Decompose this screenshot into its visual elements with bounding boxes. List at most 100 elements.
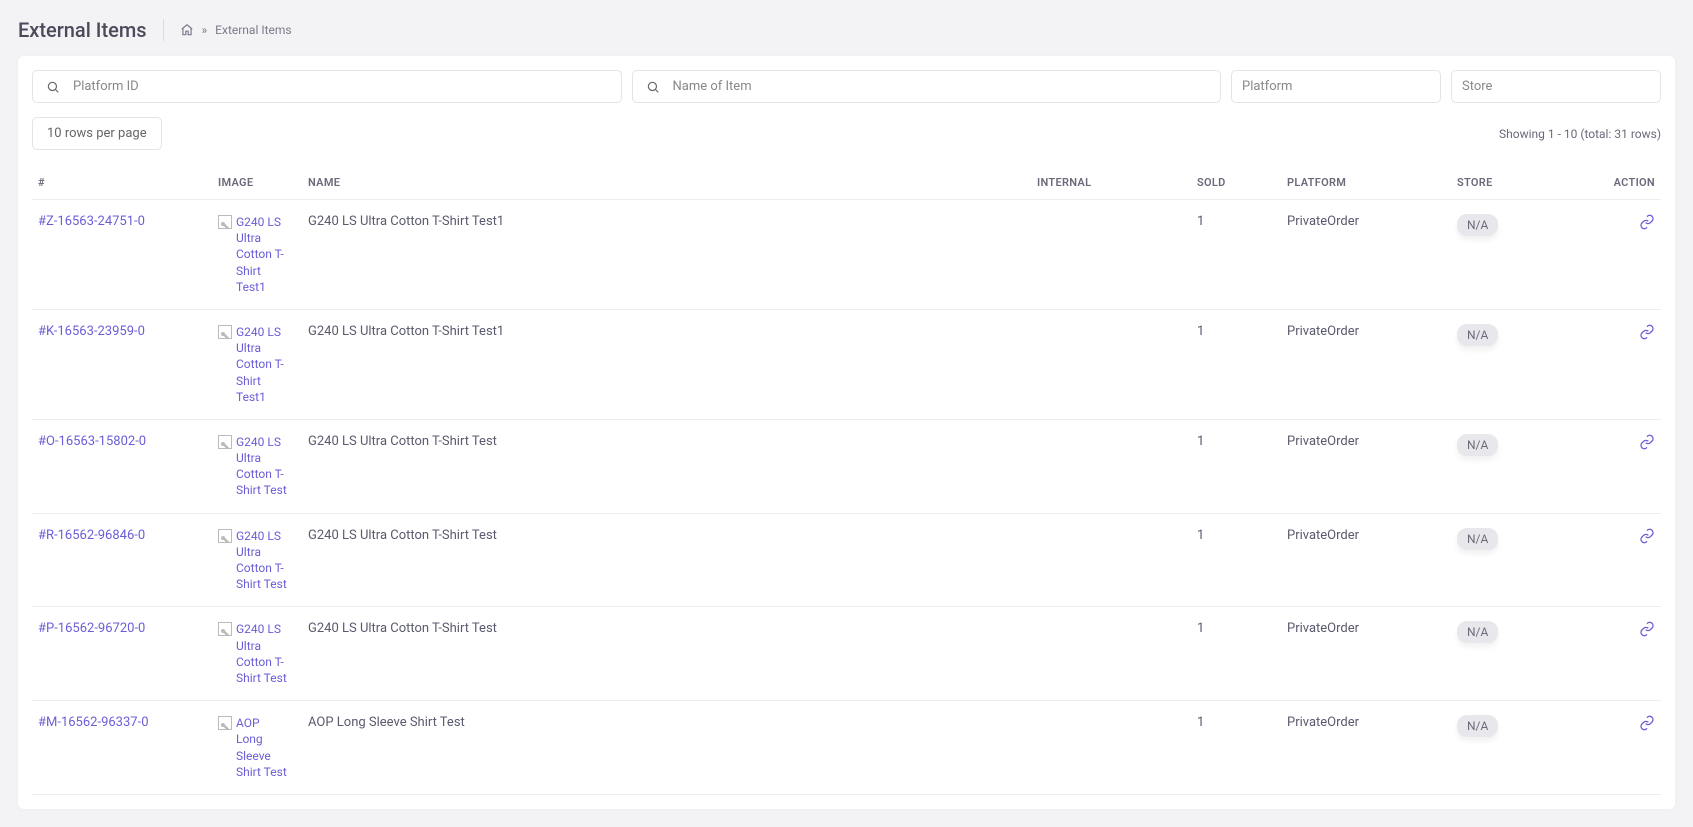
store-badge: N/A — [1457, 528, 1498, 550]
item-id-link[interactable]: #O-16563-15802-0 — [38, 434, 146, 449]
item-name-cell: G240 LS Ultra Cotton T-Shirt Test1 — [302, 309, 1031, 419]
th-sold: SOLD — [1191, 166, 1281, 200]
item-name-input[interactable] — [632, 70, 1222, 103]
item-name-search-wrap — [632, 70, 1222, 103]
item-id-link[interactable]: #R-16562-96846-0 — [38, 528, 145, 543]
action-cell — [1591, 200, 1661, 310]
item-thumbnail[interactable]: G240 LS Ultra Cotton T-Shirt Test1 — [218, 214, 288, 295]
broken-image-icon — [218, 435, 232, 449]
table-row: #Z-16563-24751-0 G240 LS Ultra Cotton T-S… — [32, 200, 1661, 310]
link-icon[interactable] — [1639, 324, 1655, 340]
internal-cell — [1031, 607, 1191, 701]
sold-cell: 1 — [1191, 309, 1281, 419]
broken-image-icon — [218, 622, 232, 636]
item-name-cell: G240 LS Ultra Cotton T-Shirt Test — [302, 607, 1031, 701]
store-badge: N/A — [1457, 434, 1498, 456]
home-icon[interactable] — [180, 23, 194, 37]
platform-id-input[interactable] — [32, 70, 622, 103]
platform-cell: PrivateOrder — [1281, 513, 1451, 607]
platform-select-wrap: Platform — [1231, 70, 1441, 103]
item-thumbnail[interactable]: AOP Long Sleeve Shirt Test — [218, 715, 288, 780]
platform-cell: PrivateOrder — [1281, 309, 1451, 419]
item-id-link[interactable]: #P-16562-96720-0 — [38, 621, 145, 636]
table-row: #M-16562-96337-0 AOP Long Sleeve Shirt Te… — [32, 701, 1661, 795]
platform-cell: PrivateOrder — [1281, 701, 1451, 795]
platform-cell: PrivateOrder — [1281, 419, 1451, 513]
item-id-link[interactable]: #Z-16563-24751-0 — [38, 214, 145, 229]
item-thumbnail[interactable]: G240 LS Ultra Cotton T-Shirt Test — [218, 434, 288, 499]
store-badge: N/A — [1457, 621, 1498, 643]
link-icon[interactable] — [1639, 621, 1655, 637]
store-badge: N/A — [1457, 715, 1498, 737]
th-platform: PLATFORM — [1281, 166, 1451, 200]
th-store: STORE — [1451, 166, 1591, 200]
sold-cell: 1 — [1191, 701, 1281, 795]
thumbnail-alt-text: G240 LS Ultra Cotton T-Shirt Test1 — [236, 214, 288, 295]
breadcrumb-current: External Items — [215, 23, 291, 37]
breadcrumb: » External Items — [180, 23, 292, 37]
broken-image-icon — [218, 215, 232, 229]
broken-image-icon — [218, 716, 232, 730]
items-table: # IMAGE NAME INTERNAL SOLD PLATFORM STOR… — [32, 166, 1661, 795]
link-icon[interactable] — [1639, 434, 1655, 450]
sold-cell: 1 — [1191, 607, 1281, 701]
action-cell — [1591, 607, 1661, 701]
action-cell — [1591, 419, 1661, 513]
platform-select[interactable]: Platform — [1231, 70, 1441, 103]
th-image: IMAGE — [212, 166, 302, 200]
thumbnail-alt-text: G240 LS Ultra Cotton T-Shirt Test1 — [236, 324, 288, 405]
item-id-link[interactable]: #M-16562-96337-0 — [38, 715, 149, 730]
link-icon[interactable] — [1639, 214, 1655, 230]
platform-cell: PrivateOrder — [1281, 607, 1451, 701]
content-card: Platform Store 10 rows per page Showing … — [18, 56, 1675, 809]
item-name-cell: G240 LS Ultra Cotton T-Shirt Test — [302, 419, 1031, 513]
store-badge: N/A — [1457, 324, 1498, 346]
platform-id-search-wrap — [32, 70, 622, 103]
platform-cell: PrivateOrder — [1281, 200, 1451, 310]
toolbar: 10 rows per page Showing 1 - 10 (total: … — [32, 117, 1661, 150]
internal-cell — [1031, 309, 1191, 419]
thumbnail-alt-text: G240 LS Ultra Cotton T-Shirt Test — [236, 621, 288, 686]
th-internal: INTERNAL — [1031, 166, 1191, 200]
item-name-cell: G240 LS Ultra Cotton T-Shirt Test1 — [302, 200, 1031, 310]
item-id-link[interactable]: #K-16563-23959-0 — [38, 324, 145, 339]
internal-cell — [1031, 419, 1191, 513]
sold-cell: 1 — [1191, 200, 1281, 310]
internal-cell — [1031, 200, 1191, 310]
link-icon[interactable] — [1639, 528, 1655, 544]
breadcrumb-sep: » — [202, 23, 208, 37]
link-icon[interactable] — [1639, 715, 1655, 731]
internal-cell — [1031, 513, 1191, 607]
store-select[interactable]: Store — [1451, 70, 1661, 103]
store-select-wrap: Store — [1451, 70, 1661, 103]
showing-text: Showing 1 - 10 (total: 31 rows) — [1499, 127, 1661, 141]
divider — [163, 19, 164, 41]
item-name-cell: AOP Long Sleeve Shirt Test — [302, 701, 1031, 795]
rows-per-page-select[interactable]: 10 rows per page — [32, 117, 162, 150]
th-name: NAME — [302, 166, 1031, 200]
action-cell — [1591, 309, 1661, 419]
table-row: #R-16562-96846-0 G240 LS Ultra Cotton T-S… — [32, 513, 1661, 607]
th-id: # — [32, 166, 212, 200]
thumbnail-alt-text: G240 LS Ultra Cotton T-Shirt Test — [236, 434, 288, 499]
item-thumbnail[interactable]: G240 LS Ultra Cotton T-Shirt Test1 — [218, 324, 288, 405]
broken-image-icon — [218, 325, 232, 339]
search-icon — [646, 80, 660, 94]
internal-cell — [1031, 701, 1191, 795]
table-header-row: # IMAGE NAME INTERNAL SOLD PLATFORM STOR… — [32, 166, 1661, 200]
sold-cell: 1 — [1191, 419, 1281, 513]
store-badge: N/A — [1457, 214, 1498, 236]
item-name-cell: G240 LS Ultra Cotton T-Shirt Test — [302, 513, 1031, 607]
table-row: #O-16563-15802-0 G240 LS Ultra Cotton T-S… — [32, 419, 1661, 513]
broken-image-icon — [218, 529, 232, 543]
thumbnail-alt-text: G240 LS Ultra Cotton T-Shirt Test — [236, 528, 288, 593]
sold-cell: 1 — [1191, 513, 1281, 607]
item-thumbnail[interactable]: G240 LS Ultra Cotton T-Shirt Test — [218, 528, 288, 593]
action-cell — [1591, 701, 1661, 795]
page-title: External Items — [18, 18, 147, 42]
thumbnail-alt-text: AOP Long Sleeve Shirt Test — [236, 715, 288, 780]
page-header: External Items » External Items — [0, 0, 1693, 56]
item-thumbnail[interactable]: G240 LS Ultra Cotton T-Shirt Test — [218, 621, 288, 686]
table-row: #P-16562-96720-0 G240 LS Ultra Cotton T-S… — [32, 607, 1661, 701]
action-cell — [1591, 513, 1661, 607]
